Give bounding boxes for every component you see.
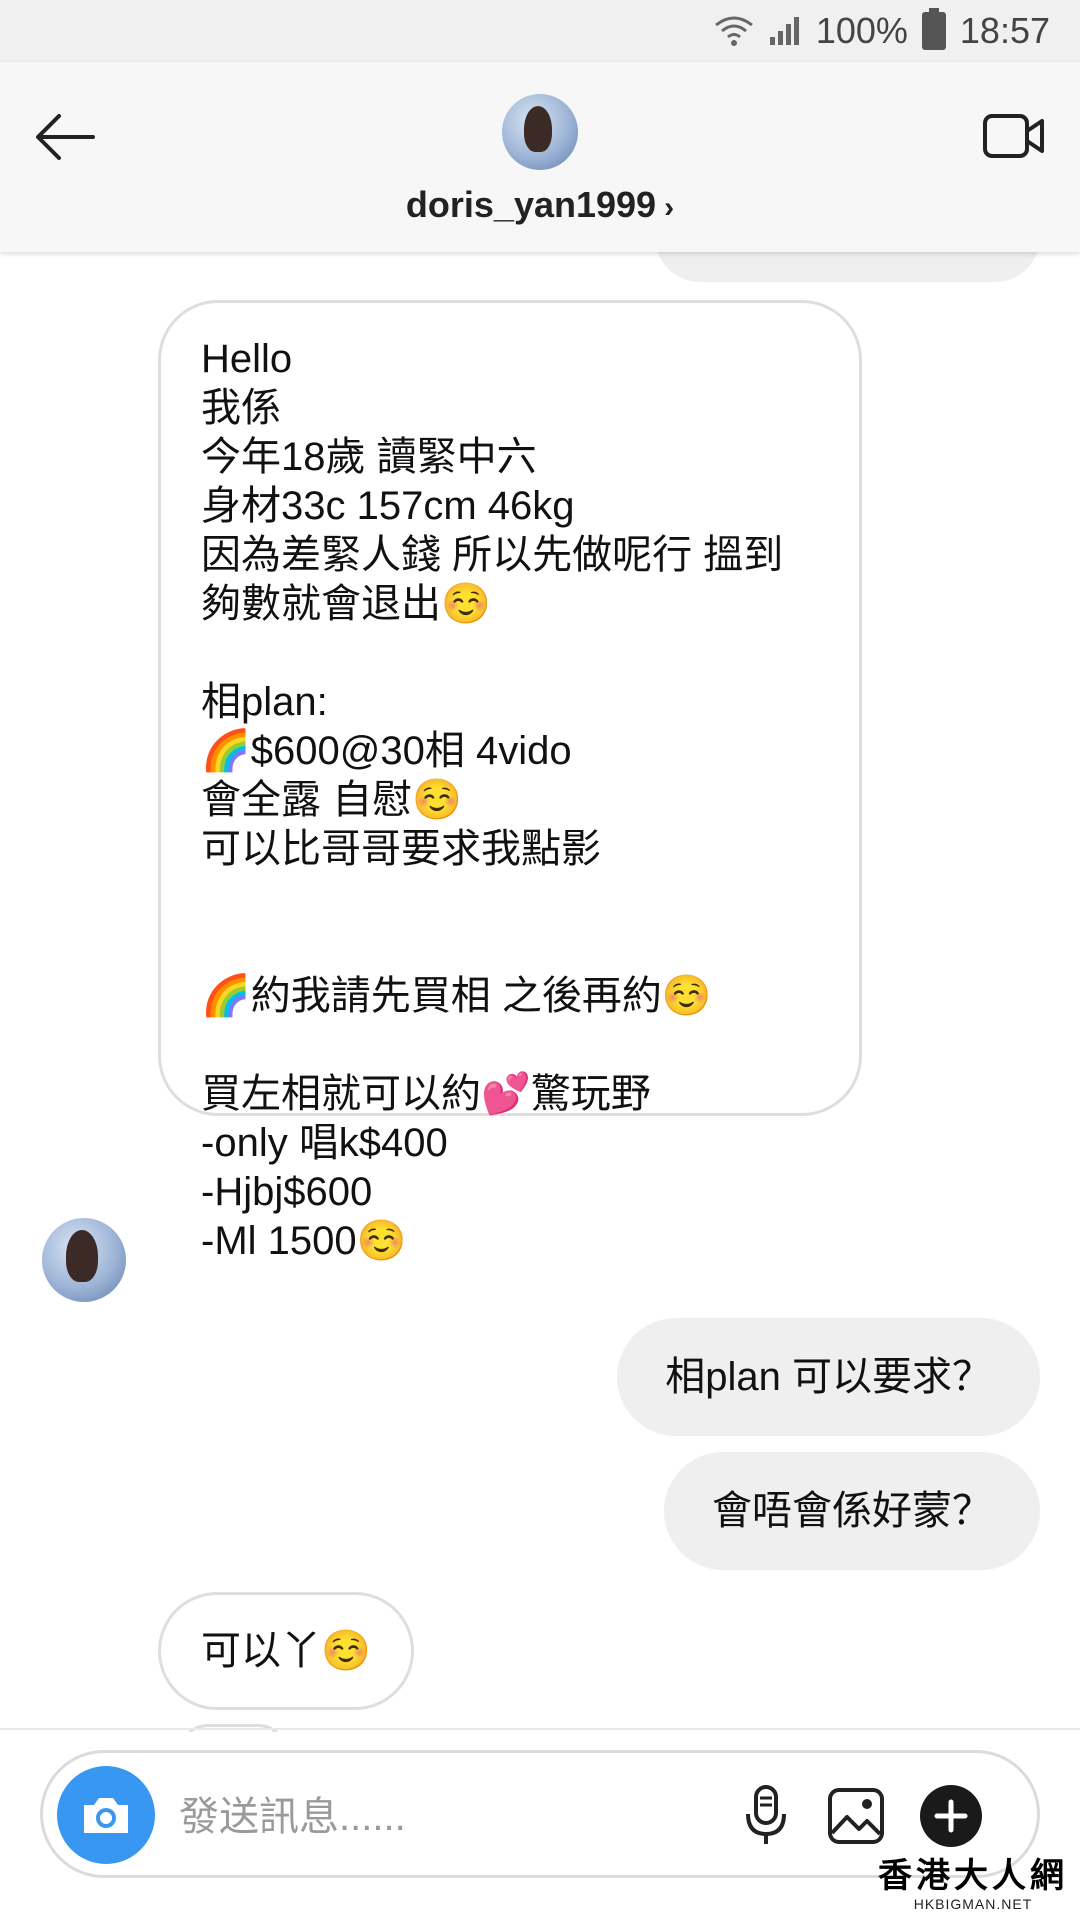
message-line xyxy=(201,629,819,678)
outgoing-message: 會唔會係好蒙？ xyxy=(664,1452,1040,1570)
message-line: -Ml 1500☺️ xyxy=(201,1219,407,1263)
status-bar: 100% 18:57 xyxy=(0,0,1080,62)
message-line: 因為差緊人錢 所以先做呢行 搵到 xyxy=(201,533,784,577)
chevron-right-icon: › xyxy=(664,191,675,224)
sender-avatar[interactable] xyxy=(42,1218,126,1302)
outgoing-message: 相plan 可以要求？ xyxy=(617,1318,1040,1436)
message-line: 相plan: xyxy=(201,680,328,724)
back-arrow-icon xyxy=(36,114,95,160)
voice-message-button[interactable] xyxy=(723,1773,809,1859)
incoming-message: Hello 我係 今年18歲 讀緊中六 身材33c 157cm 46kg 因為差… xyxy=(158,300,862,1263)
message-line: 可以比哥哥要求我點影 xyxy=(201,827,601,871)
message-line: Hello xyxy=(201,337,293,381)
watermark-text: 香港大人網 xyxy=(878,1856,1068,1896)
chat-header: doris_yan1999 › xyxy=(0,62,1080,252)
signal-icon xyxy=(768,15,802,47)
message-line: 買左相就可以約💕驚玩野 xyxy=(201,1072,651,1116)
message-line: 夠數就會退出☺️ xyxy=(201,582,491,626)
message-line xyxy=(201,874,819,923)
wifi-icon xyxy=(714,15,754,47)
message-text: 會唔會係好蒙？ xyxy=(712,1488,992,1533)
message-input[interactable] xyxy=(177,1781,701,1853)
message-text: 相plan 可以要求？ xyxy=(665,1354,992,1399)
clock: 18:57 xyxy=(959,10,1050,51)
profile-name-link[interactable]: doris_yan1999 › xyxy=(0,184,1080,226)
message-line: 會全露 自慰☺️ xyxy=(201,778,462,822)
message-line: 🌈$600@30相 4vido xyxy=(201,729,572,773)
message-text: 可以丫☺️ xyxy=(201,1628,371,1673)
video-call-button[interactable] xyxy=(978,100,1050,172)
message-line: -only 唱k$400 xyxy=(201,1121,448,1165)
message-line: 我係 xyxy=(201,386,281,430)
watermark-logo: 香港大人網 HKBIGMAN.NET xyxy=(878,1856,1068,1912)
watermark-url: HKBIGMAN.NET xyxy=(913,1896,1033,1912)
more-options-button[interactable] xyxy=(908,1773,994,1859)
header-avatar[interactable] xyxy=(502,94,578,170)
microphone-icon xyxy=(746,1785,786,1844)
back-button[interactable] xyxy=(30,102,100,172)
message-line xyxy=(201,1021,819,1070)
message-line: 🌈約我請先買相 之後再約☺️ xyxy=(201,974,712,1018)
incoming-message: 可以丫☺️ xyxy=(158,1592,414,1710)
message-line: -Hjbj$600 xyxy=(201,1170,373,1214)
message-thread[interactable]: Hello 我係 今年18歲 讀緊中六 身材33c 157cm 46kg 因為差… xyxy=(0,252,1080,1732)
outgoing-message-partial xyxy=(655,252,1040,282)
composer-divider xyxy=(0,1728,1080,1730)
message-line xyxy=(201,923,819,972)
message-line: 身材33c 157cm 46kg xyxy=(201,484,575,528)
message-line: 今年18歲 讀緊中六 xyxy=(201,435,537,479)
camera-button[interactable] xyxy=(57,1766,155,1864)
gallery-button[interactable] xyxy=(813,1773,899,1859)
video-call-icon xyxy=(983,114,1044,158)
username: doris_yan1999 xyxy=(405,184,657,225)
battery-percent: 100% xyxy=(815,10,908,51)
gallery-icon xyxy=(828,1788,884,1844)
plus-icon xyxy=(920,1785,982,1847)
camera-icon xyxy=(84,1798,128,1833)
battery-icon xyxy=(921,8,946,50)
